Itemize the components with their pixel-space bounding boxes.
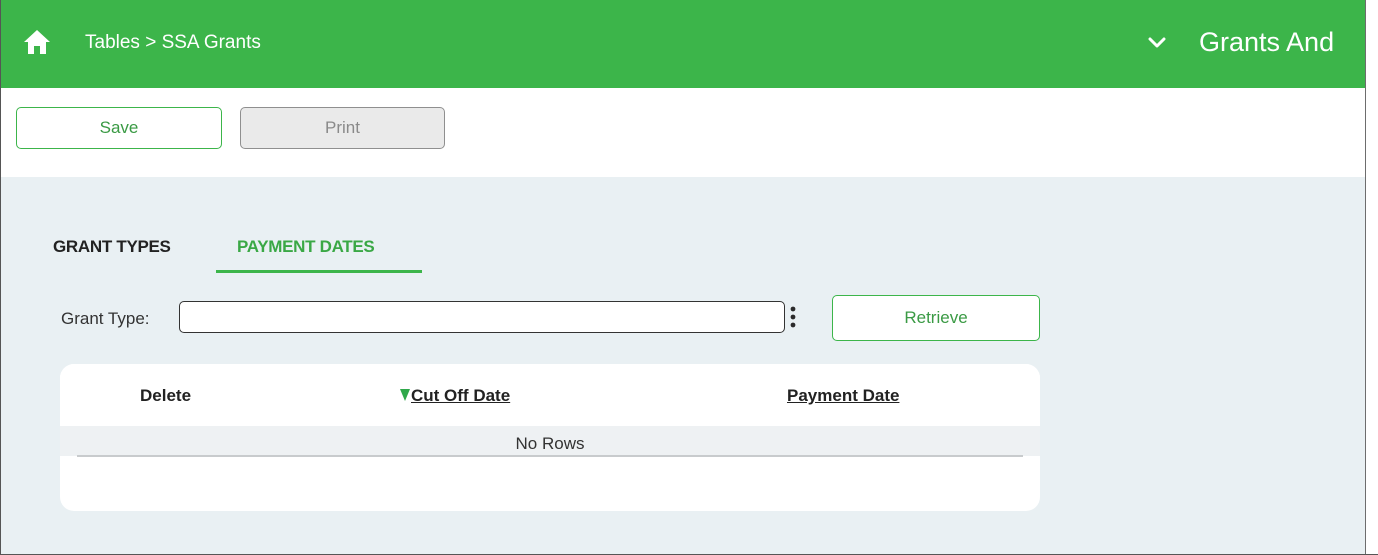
grid-divider bbox=[77, 455, 1023, 457]
main-content: GRANT TYPES PAYMENT DATES Grant Type: Re… bbox=[1, 177, 1366, 554]
active-tab-indicator bbox=[216, 270, 422, 273]
column-header-delete: Delete bbox=[140, 386, 192, 405]
tab-grant-types[interactable]: GRANT TYPES bbox=[53, 237, 171, 257]
breadcrumb[interactable]: Tables > SSA Grants bbox=[85, 31, 261, 55]
grant-type-input[interactable] bbox=[179, 301, 785, 333]
save-button[interactable]: Save bbox=[16, 107, 222, 149]
app-title[interactable]: Grants And bbox=[1199, 25, 1334, 59]
payment-dates-grid: Delete Cut Off Date Payment Date No Rows bbox=[60, 364, 1040, 511]
window-edge bbox=[1365, 0, 1378, 554]
app-window: Tables > SSA Grants Grants And Save Prin… bbox=[0, 0, 1378, 555]
sort-down-icon bbox=[400, 389, 410, 401]
column-header-cut-off-date[interactable]: Cut Off Date bbox=[411, 386, 510, 406]
toolbar: Save Print bbox=[1, 88, 1366, 177]
column-header-payment-date[interactable]: Payment Date bbox=[787, 386, 899, 406]
print-button[interactable]: Print bbox=[240, 107, 445, 149]
home-icon[interactable] bbox=[23, 29, 51, 55]
empty-message: No Rows bbox=[515, 434, 585, 453]
chevron-down-icon[interactable] bbox=[1148, 36, 1166, 50]
grid-header: Delete Cut Off Date Payment Date bbox=[60, 364, 1040, 426]
retrieve-button[interactable]: Retrieve bbox=[832, 295, 1040, 341]
kebab-vertical-icon[interactable] bbox=[790, 306, 796, 328]
grant-type-label: Grant Type: bbox=[61, 309, 150, 328]
top-bar: Tables > SSA Grants Grants And bbox=[1, 0, 1366, 88]
tab-payment-dates[interactable]: PAYMENT DATES bbox=[237, 237, 375, 257]
